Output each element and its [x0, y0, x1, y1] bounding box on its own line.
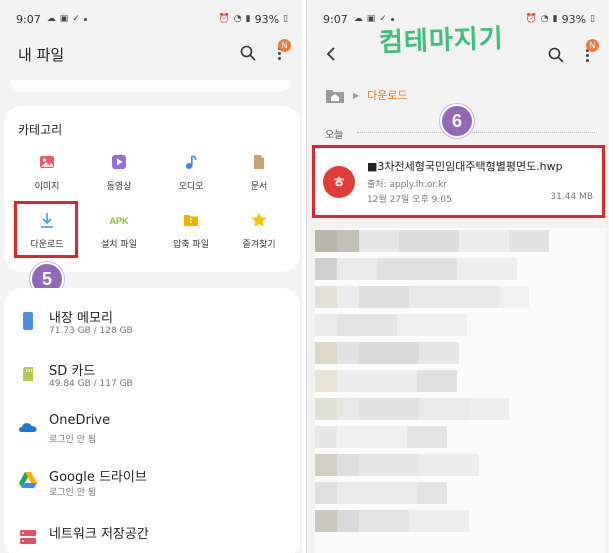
storage-name: SD 카드: [49, 364, 96, 379]
category-documents[interactable]: 문서: [224, 151, 294, 192]
svg-text:APK: APK: [109, 216, 129, 226]
breadcrumb-current[interactable]: 다운로드: [367, 87, 407, 103]
page-title: 내 파일: [18, 46, 65, 64]
storage-internal[interactable]: 내장 메모리 71.73 GB / 128 GB: [4, 305, 300, 355]
category-label: 압축 파일: [173, 240, 209, 250]
blurred-file-list: [315, 228, 605, 553]
category-label: 문서: [250, 182, 268, 192]
cloud-icon: ☁: [353, 14, 363, 24]
audio-icon: [186, 155, 197, 169]
gallery-icon: ▣: [59, 14, 69, 24]
network-storage-icon: [20, 530, 36, 544]
storage-name: 네트워크 저장공간: [49, 527, 149, 542]
search-button[interactable]: [547, 46, 565, 64]
storage-name: 내장 메모리: [49, 311, 113, 326]
back-arrow-icon: [326, 47, 335, 61]
my-files-screen: 9:07 ☁ ▣ ✓ ⏰ ◔ ▮ 93% ▯ 내 파일 N 카테고리 이미지 동…: [0, 0, 302, 553]
section-divider: [357, 132, 597, 133]
home-button[interactable]: [325, 86, 345, 104]
watermark-logo: 컴테마지기: [378, 23, 505, 59]
google-drive-icon: [19, 472, 37, 488]
apk-icon: APK: [109, 216, 129, 226]
category-label: 오디오: [178, 182, 204, 192]
category-favorites[interactable]: 즐겨찾기: [224, 209, 294, 250]
image-icon: [40, 156, 54, 168]
new-badge: N: [586, 39, 599, 52]
category-videos[interactable]: 동영상: [84, 151, 154, 192]
category-install-files[interactable]: APK 설치 파일: [84, 209, 154, 250]
storage-name: OneDrive: [49, 413, 111, 428]
category-label: 설치 파일: [101, 240, 137, 250]
storage-google-drive[interactable]: Google 드라이브 로그인 안 됨: [4, 464, 300, 514]
storage-card: 내장 메모리 71.73 GB / 128 GB SD 카드 49.84 GB …: [4, 288, 300, 553]
categories-title: 카테고리: [18, 123, 63, 137]
wifi-icon: ◔: [540, 14, 549, 24]
alarm-icon: ⏰: [525, 14, 537, 24]
downloads-screen: 9:07 ☁ ▣ ✓ ⏰ ◔ ▮ 93% ▯ N ▶ 다운로드 오늘 ㅎ ■3차…: [306, 0, 609, 553]
battery-icon: ▯: [590, 14, 595, 24]
storage-status: 로그인 안 됨: [49, 488, 97, 498]
storage-status: 로그인 안 됨: [49, 435, 97, 445]
download-highlight-box: [14, 201, 78, 258]
status-time: 9:07: [16, 12, 41, 26]
section-header-today: 오늘: [325, 130, 344, 141]
more-notifications-icon: [390, 17, 394, 21]
battery-icon: ▯: [283, 14, 288, 24]
storage-name: Google 드라이브: [49, 470, 147, 485]
signal-icon: ▮: [552, 14, 558, 24]
document-icon: [254, 155, 264, 169]
signal-icon: ▮: [245, 14, 251, 24]
category-audio[interactable]: 오디오: [156, 151, 226, 192]
file-highlight-box: [312, 145, 605, 218]
system-icons: ⏰ ◔ ▮ 93% ▯: [526, 13, 595, 26]
storage-sd-card[interactable]: SD 카드 49.84 GB / 117 GB: [4, 358, 300, 408]
breadcrumb-separator-icon: ▶: [353, 90, 360, 100]
recent-files-strip: [10, 80, 292, 92]
star-icon: [251, 212, 267, 227]
storage-usage: 49.84 GB / 117 GB: [49, 379, 133, 389]
breadcrumb: ▶ 다운로드: [325, 86, 408, 104]
home-folder-icon: [326, 90, 344, 103]
more-notifications-icon: [83, 17, 87, 21]
phone-icon: [23, 312, 33, 330]
category-compressed[interactable]: 압축 파일: [156, 209, 226, 250]
search-button[interactable]: [239, 44, 257, 62]
wifi-icon: ◔: [233, 14, 242, 24]
storage-network[interactable]: 네트워크 저장공간: [4, 521, 300, 553]
cloud-icon: ☁: [46, 14, 56, 24]
category-label: 동영상: [106, 182, 132, 192]
gallery-icon: ▣: [366, 14, 376, 24]
notification-icons: ☁ ▣ ✓: [47, 14, 87, 24]
storage-onedrive[interactable]: OneDrive 로그인 안 됨: [4, 411, 300, 461]
search-icon: [548, 47, 564, 63]
alarm-icon: ⏰: [218, 14, 230, 24]
video-icon: [112, 155, 126, 169]
category-label: 이미지: [34, 182, 60, 192]
category-label: 즐겨찾기: [242, 240, 276, 250]
battery-level: 93%: [254, 12, 280, 26]
category-images[interactable]: 이미지: [12, 151, 82, 192]
check-icon: ✓: [72, 14, 80, 24]
back-button[interactable]: [325, 46, 337, 67]
storage-usage: 71.73 GB / 128 GB: [49, 326, 133, 336]
status-bar: 9:07 ☁ ▣ ✓ ⏰ ◔ ▮ 93% ▯: [16, 11, 288, 27]
sd-card-icon: [23, 367, 33, 381]
onedrive-icon: [19, 423, 37, 432]
new-badge: N: [278, 39, 291, 52]
battery-level: 93%: [561, 12, 587, 26]
search-icon: [240, 45, 256, 61]
archive-icon: [184, 215, 198, 226]
system-icons: ⏰ ◔ ▮ 93% ▯: [219, 13, 288, 26]
status-time: 9:07: [323, 12, 348, 26]
step-6-marker: 6: [440, 104, 474, 138]
